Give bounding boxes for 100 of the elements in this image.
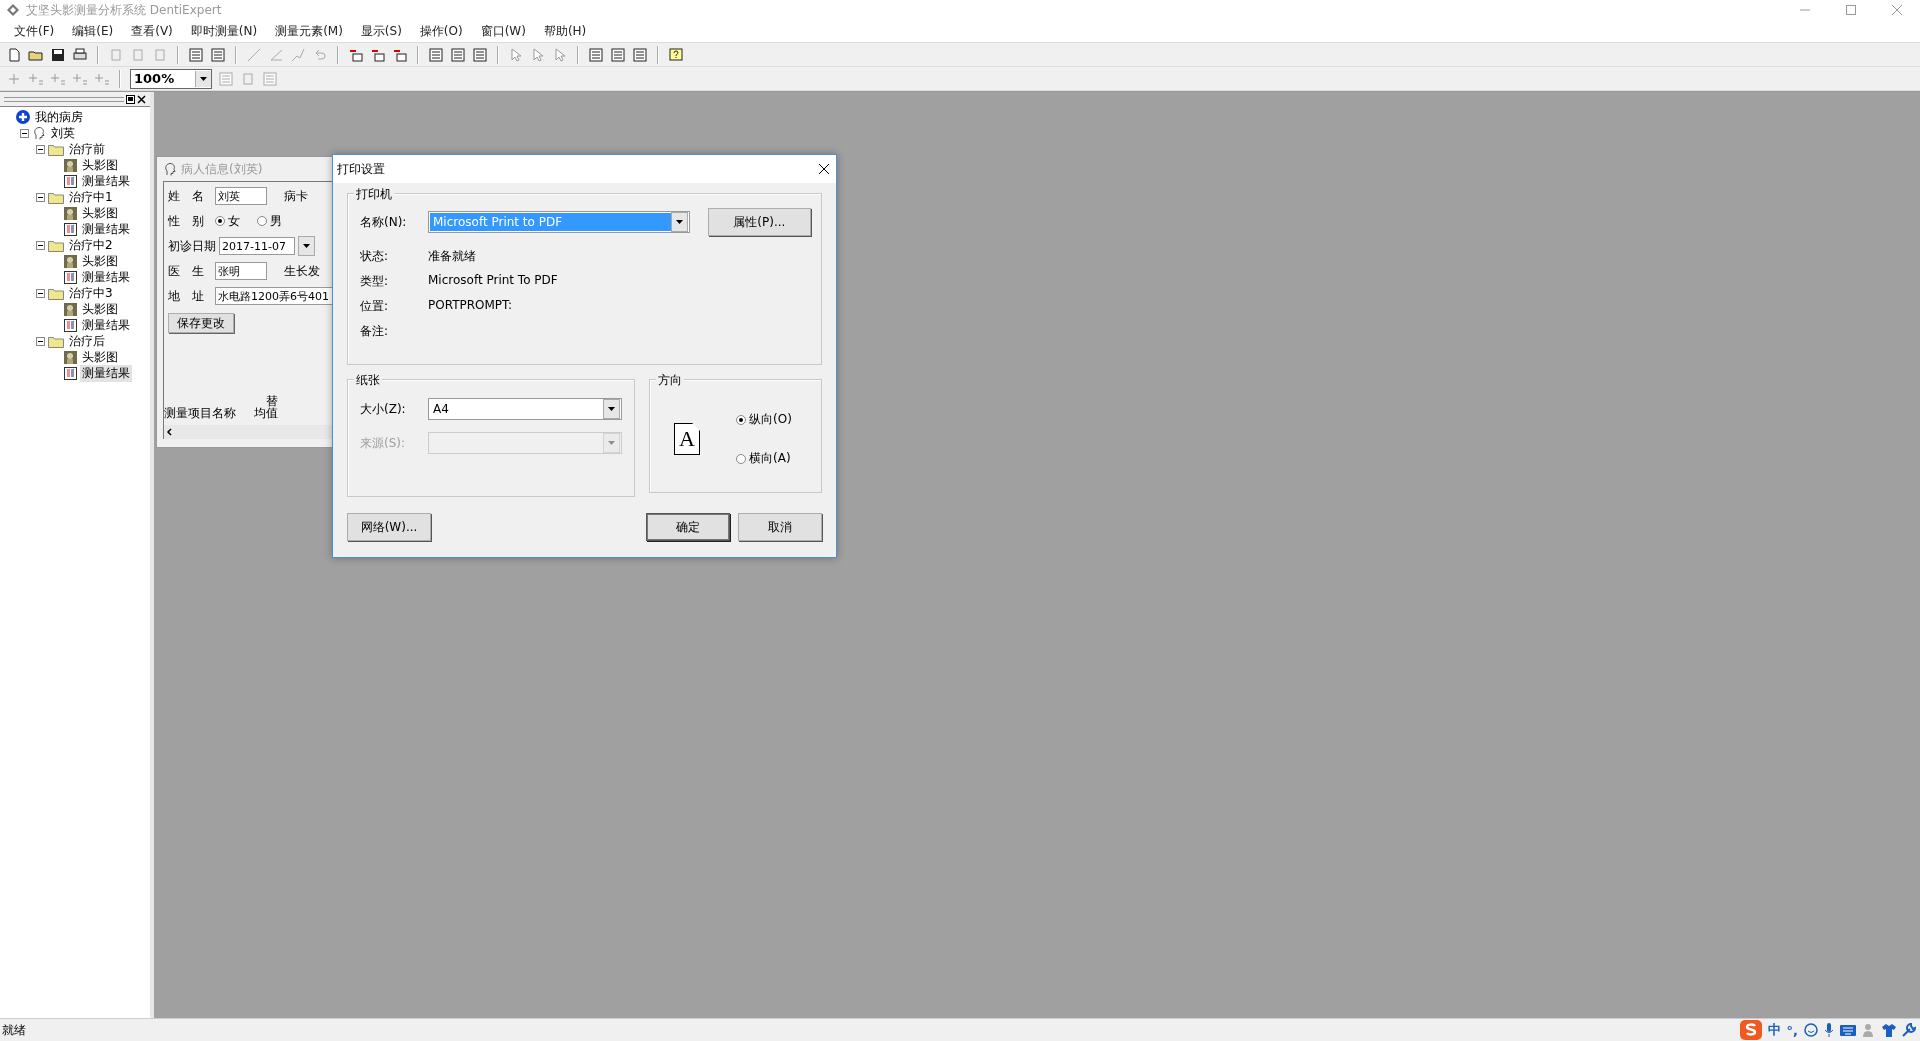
horizontal-scrollbar[interactable]	[164, 425, 333, 439]
smiley-icon[interactable]	[1804, 1023, 1818, 1037]
folder-icon	[48, 190, 64, 204]
tree-item[interactable]: 头影图	[80, 252, 120, 270]
dropdown-arrow-icon[interactable]	[200, 76, 207, 81]
zoom-dropdown[interactable]: 100%	[130, 68, 212, 89]
tree-item[interactable]: 头影图	[80, 300, 120, 318]
tray-text[interactable]: 中	[1767, 1021, 1781, 1039]
network-button[interactable]: 网络(W)...	[347, 513, 431, 541]
tree-item[interactable]: 治疗后	[67, 332, 107, 350]
report-icon	[64, 174, 77, 188]
tree-item[interactable]: 我的病房	[33, 108, 85, 126]
radio-button[interactable]	[215, 216, 225, 226]
column-header: 替 均值	[254, 394, 278, 420]
info-label: 位置:	[360, 298, 390, 315]
field-label: 生长发	[284, 262, 320, 280]
tree-item[interactable]: 治疗中3	[67, 284, 115, 302]
tree-item[interactable]: 头影图	[80, 204, 120, 222]
column-header: 测量项目名称	[164, 407, 236, 420]
menu-item[interactable]: 测量元素(M)	[273, 20, 345, 42]
field-label: 来源(S):	[360, 434, 407, 452]
group-title: 纸张	[354, 372, 382, 389]
menu-item[interactable]: 文件(F)	[12, 20, 57, 42]
collapse-icon[interactable]	[36, 240, 45, 250]
xray-thumbnail-icon	[64, 302, 77, 316]
collapse-icon[interactable]	[36, 288, 45, 298]
dropdown-arrow-icon[interactable]	[675, 220, 683, 224]
close-icon[interactable]	[137, 94, 146, 104]
dialog-button[interactable]: 确定	[646, 513, 730, 541]
radio-button[interactable]	[257, 216, 267, 226]
properties-button[interactable]: 属性(P)...	[707, 208, 811, 236]
menu-item[interactable]: 帮助(H)	[541, 20, 589, 42]
report-icon	[64, 270, 77, 284]
app-logo-icon	[6, 3, 20, 17]
tree-item[interactable]: 头影图	[80, 156, 120, 174]
radio-label: 横向(A)	[749, 450, 791, 467]
menu-item[interactable]: 操作(O)	[417, 20, 465, 42]
info-value: 准备就绪	[428, 248, 477, 265]
wrench-icon[interactable]	[1902, 1023, 1916, 1037]
tree-item[interactable]: 测量结果	[80, 220, 132, 238]
line-icon[interactable]	[246, 46, 262, 63]
dropdown-arrow-icon[interactable]	[608, 407, 615, 411]
tree-item[interactable]: 治疗中2	[67, 236, 115, 254]
info-label: 状态:	[360, 248, 390, 265]
tree-item[interactable]: 刘英	[49, 124, 77, 142]
field-label: 名称(N):	[360, 213, 408, 231]
radio-button[interactable]	[736, 453, 746, 464]
window-title: 病人信息(刘英)	[181, 160, 263, 178]
tree-item[interactable]: 头影图	[80, 348, 120, 366]
menu-item[interactable]: 窗口(W)	[478, 20, 528, 42]
text-field[interactable]: 刘英	[215, 187, 267, 205]
collapse-icon[interactable]	[36, 144, 45, 154]
save-button[interactable]: 保存更改	[168, 313, 234, 333]
xray-thumbnail-icon	[64, 206, 77, 220]
shirt-icon[interactable]	[1882, 1023, 1896, 1037]
cursor-b-icon[interactable]	[530, 46, 546, 63]
cursor-c-icon[interactable]	[552, 46, 568, 63]
field-label: 姓 名	[168, 187, 205, 205]
menu-item[interactable]: 即时测量(N)	[188, 20, 260, 42]
radio-label: 女	[228, 212, 240, 230]
microphone-icon[interactable]	[1824, 1023, 1834, 1037]
size-dropdown[interactable]: A4	[428, 398, 622, 420]
page-preview: A	[674, 423, 700, 455]
folder-icon	[48, 286, 64, 300]
input-method-logo-icon[interactable]	[1739, 1020, 1762, 1040]
collapse-icon[interactable]	[20, 128, 29, 138]
field-label: 性 别	[168, 212, 205, 230]
xray-thumbnail-icon	[64, 350, 77, 364]
polyline-icon[interactable]	[290, 46, 306, 63]
close-icon[interactable]	[818, 163, 830, 175]
tray-text[interactable]: °,	[1786, 1022, 1798, 1038]
cursor-a-icon[interactable]	[508, 46, 524, 63]
tree-item[interactable]: 测量结果	[80, 364, 132, 382]
restore-icon[interactable]	[126, 94, 135, 104]
keyboard-icon[interactable]	[1840, 1024, 1856, 1036]
print-icon[interactable]	[72, 46, 88, 63]
radio-button[interactable]	[736, 414, 746, 425]
save-icon[interactable]	[50, 46, 66, 63]
collapse-icon[interactable]	[36, 336, 45, 346]
user-icon[interactable]	[1862, 1023, 1876, 1037]
folder-icon	[48, 142, 64, 156]
tree-item[interactable]: 治疗中1	[67, 188, 115, 206]
text-field[interactable]: 张明	[215, 262, 267, 280]
date-field[interactable]: 2017-11-07	[219, 237, 295, 255]
xray-thumbnail-icon	[64, 158, 77, 172]
tree-item[interactable]: 测量结果	[80, 268, 132, 286]
tree-item[interactable]: 测量结果	[80, 172, 132, 190]
text-field[interactable]: 水电路1200弄6号401	[215, 287, 333, 305]
tree-item[interactable]: 测量结果	[80, 316, 132, 334]
tree-item[interactable]: 治疗前	[67, 140, 107, 158]
dialog-title: 打印设置	[337, 160, 385, 178]
menu-item[interactable]: 显示(S)	[358, 20, 404, 42]
group-title: 方向	[656, 372, 684, 389]
help-icon[interactable]	[668, 46, 684, 63]
menu-item[interactable]: 编辑(E)	[70, 20, 116, 42]
dialog-button[interactable]: 取消	[738, 513, 822, 541]
dropdown-arrow-icon[interactable]	[303, 244, 310, 248]
new-file-icon[interactable]	[6, 46, 22, 63]
menu-item[interactable]: 查看(V)	[129, 20, 175, 42]
collapse-icon[interactable]	[36, 192, 45, 202]
